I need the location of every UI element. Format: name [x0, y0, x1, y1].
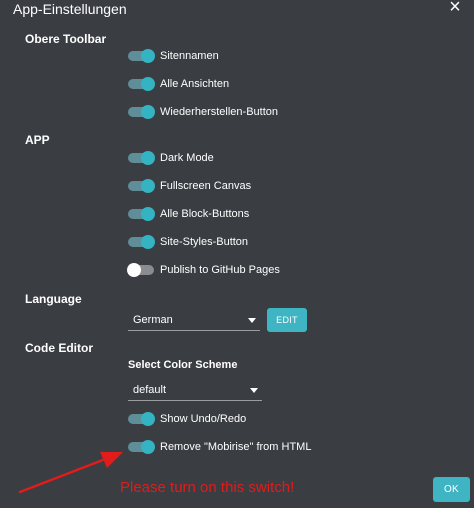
ok-button[interactable]: OK [433, 477, 470, 502]
setting-row-fullscreen-canvas: Fullscreen Canvas [128, 179, 251, 193]
setting-label: Sitennamen [160, 50, 219, 62]
chevron-down-icon [250, 387, 258, 393]
toggle-switch-show-undo-redo[interactable] [128, 412, 155, 426]
toggle-knob [127, 263, 141, 277]
setting-label: Alle Ansichten [160, 78, 230, 90]
setting-label: Publish to GitHub Pages [160, 264, 280, 276]
section-label-toolbar: Obere Toolbar [25, 32, 107, 46]
edit-language-button[interactable]: EDIT [267, 308, 307, 332]
setting-label: Alle Block-Buttons [160, 208, 250, 220]
setting-row-wiederherstellen: Wiederherstellen-Button [128, 105, 278, 119]
section-label-language: Language [25, 292, 82, 306]
setting-row-publish-github: Publish to GitHub Pages [127, 263, 280, 277]
setting-row-remove-mobirise: Remove "Mobirise" from HTML [128, 440, 311, 454]
toggle-knob [141, 235, 155, 249]
color-scheme-select[interactable]: default [128, 380, 262, 401]
setting-label: Show Undo/Redo [160, 413, 247, 425]
setting-label: Wiederherstellen-Button [160, 106, 279, 118]
toggle-switch-dark-mode[interactable] [128, 151, 155, 165]
toggle-knob [141, 105, 155, 119]
close-button[interactable]: × [444, 0, 466, 18]
dialog-title: App-Einstellungen [13, 1, 127, 17]
toggle-knob [141, 412, 155, 426]
toggle-switch-sitennamen[interactable] [128, 49, 155, 63]
language-select-value: German [133, 314, 173, 326]
toggle-knob [141, 440, 155, 454]
toggle-knob [141, 77, 155, 91]
color-scheme-select-value: default [133, 384, 167, 396]
toggle-knob [141, 179, 155, 193]
language-select[interactable]: German [128, 310, 260, 331]
setting-label: Fullscreen Canvas [160, 180, 252, 192]
toggle-switch-remove-mobirise[interactable] [128, 440, 155, 454]
annotation-arrow-icon [18, 452, 123, 494]
toggle-switch-alle-ansichten[interactable] [128, 77, 155, 91]
setting-row-sitennamen: Sitennamen [128, 49, 219, 63]
color-scheme-label: Select Color Scheme [128, 359, 238, 371]
setting-row-dark-mode: Dark Mode [128, 151, 214, 165]
setting-row-alle-ansichten: Alle Ansichten [128, 77, 229, 91]
setting-row-alle-block-buttons: Alle Block-Buttons [128, 207, 249, 221]
section-label-app: APP [25, 133, 50, 147]
annotation-text: Please turn on this switch! [120, 479, 295, 496]
setting-label: Site-Styles-Button [160, 236, 249, 248]
setting-label: Dark Mode [160, 152, 214, 164]
toggle-switch-wiederherstellen[interactable] [128, 105, 155, 119]
toggle-switch-fullscreen-canvas[interactable] [128, 179, 155, 193]
setting-row-show-undo-redo: Show Undo/Redo [128, 412, 246, 426]
toggle-knob [141, 49, 155, 63]
toggle-knob [141, 151, 155, 165]
chevron-down-icon [248, 317, 256, 323]
setting-row-site-styles-button: Site-Styles-Button [128, 235, 248, 249]
toggle-switch-publish-github[interactable] [127, 263, 154, 277]
close-icon: × [449, 0, 461, 18]
toggle-switch-alle-block-buttons[interactable] [128, 207, 155, 221]
setting-label: Remove "Mobirise" from HTML [160, 441, 312, 453]
section-label-code-editor: Code Editor [25, 341, 93, 355]
toggle-switch-site-styles-button[interactable] [128, 235, 155, 249]
toggle-knob [141, 207, 155, 221]
